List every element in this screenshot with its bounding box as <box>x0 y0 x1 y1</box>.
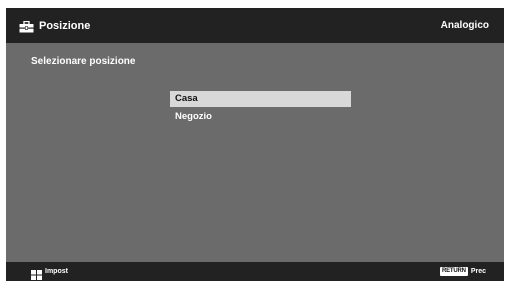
content-area: Selezionare posizione Casa Negozio <box>6 43 504 262</box>
tv-screen: Posizione Analogico Selezionare posizion… <box>6 8 504 281</box>
header-title-group: Posizione <box>19 19 90 33</box>
header-bar: Posizione Analogico <box>6 8 504 43</box>
options-hint[interactable]: Impost <box>31 266 68 280</box>
options-grid-icon <box>31 267 42 280</box>
back-hint[interactable]: RETURN Prec <box>440 266 486 277</box>
page-title: Posizione <box>39 20 91 32</box>
option-negozio[interactable]: Negozio <box>170 109 351 125</box>
footer-bar: Impost RETURN Prec <box>6 262 504 281</box>
back-label: Prec <box>470 268 486 275</box>
option-casa[interactable]: Casa <box>170 91 351 107</box>
options-label: Impost <box>45 268 68 275</box>
location-options-list: Casa Negozio <box>170 91 351 127</box>
return-key-badge: RETURN <box>440 267 468 276</box>
toolbox-icon <box>19 20 34 33</box>
input-mode-label: Analogico <box>440 20 489 31</box>
section-title: Selezionare posizione <box>31 56 136 67</box>
